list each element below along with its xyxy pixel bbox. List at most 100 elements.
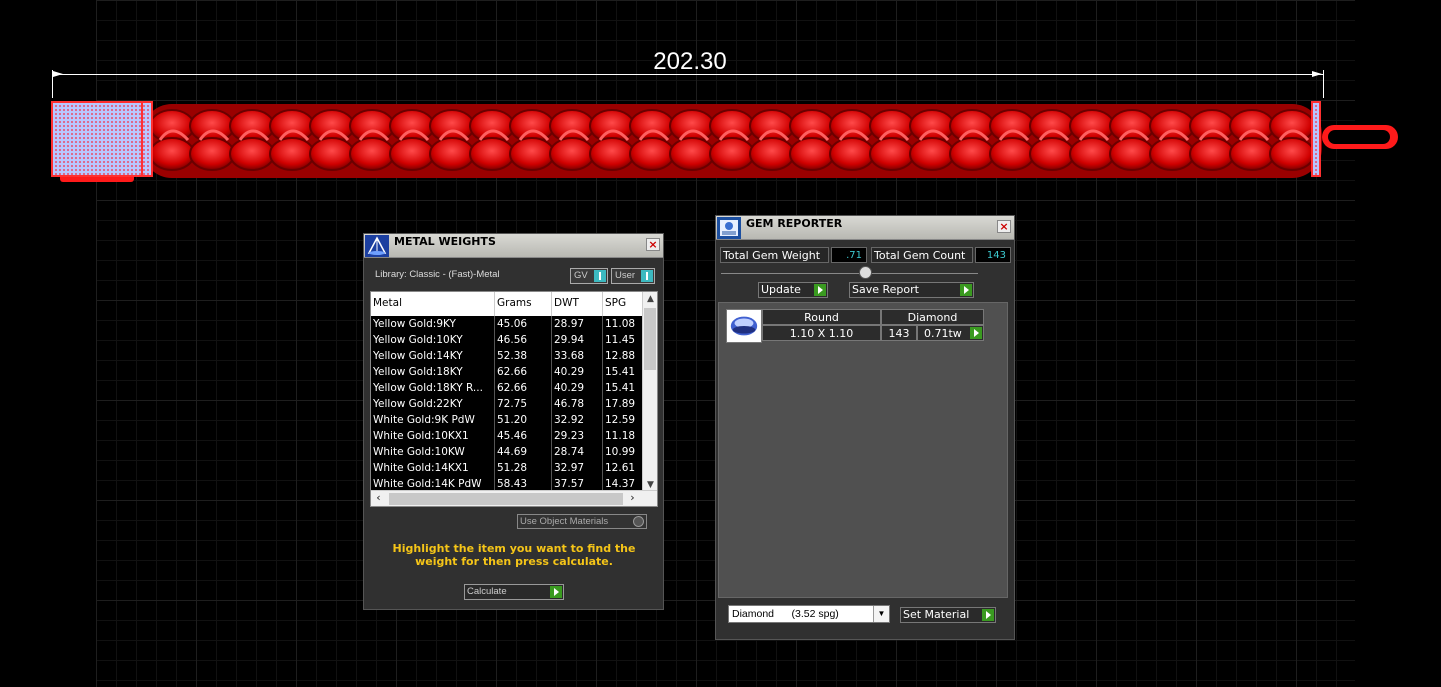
chain-link: [1109, 137, 1155, 171]
vertical-scrollbar[interactable]: ▲ ▼: [642, 292, 657, 492]
scroll-thumb[interactable]: [644, 308, 656, 370]
scroll-up-icon[interactable]: ▲: [643, 292, 657, 306]
table-row[interactable]: Yellow Gold:10KY 46.56 29.94 11.45: [371, 332, 643, 348]
table-row[interactable]: Yellow Gold:22KY 72.75 46.78 17.89: [371, 396, 643, 412]
instruction-text: Highlight the item you want to find the …: [392, 542, 636, 568]
column-header-grams[interactable]: Grams: [495, 292, 552, 316]
table-cell: 44.69: [495, 444, 552, 460]
chain-link: [1269, 137, 1315, 171]
table-cell: Yellow Gold:9KY: [371, 316, 495, 332]
gem-reporter-titlebar[interactable]: GEM REPORTER ×: [716, 216, 1014, 240]
use-object-materials-option[interactable]: Use Object Materials: [517, 514, 647, 529]
gem-weight[interactable]: 0.71tw: [917, 325, 984, 341]
column-header-metal[interactable]: Metal: [371, 292, 495, 316]
table-row[interactable]: White Gold:9K PdW 51.20 32.92 12.59: [371, 412, 643, 428]
chain-link: [469, 137, 515, 171]
toggle-icon: [594, 270, 606, 282]
table-row[interactable]: Yellow Gold:9KY 45.06 28.97 11.08: [371, 316, 643, 332]
calculate-button[interactable]: Calculate: [464, 584, 564, 600]
scale-icon: [365, 235, 389, 257]
gem-reporter-panel: GEM REPORTER × Total Gem Weight .71 Tota…: [715, 215, 1015, 640]
close-button[interactable]: ×: [646, 238, 660, 251]
save-report-label: Save Report: [852, 283, 919, 296]
chain-link: [309, 137, 355, 171]
table-row[interactable]: Yellow Gold:18KY 62.66 40.29 15.41: [371, 364, 643, 380]
gv-toggle[interactable]: GV: [570, 268, 608, 284]
radio-icon[interactable]: [633, 516, 644, 527]
total-gem-weight-value: .71: [831, 247, 867, 263]
gem-weight-value: 0.71tw: [924, 327, 962, 340]
save-report-button[interactable]: Save Report: [849, 282, 974, 298]
scroll-left-icon[interactable]: ‹: [371, 491, 386, 506]
table-cell: 52.38: [495, 348, 552, 364]
table-cell: 15.41: [603, 364, 643, 380]
table-row[interactable]: White Gold:14KX1 51.28 32.97 12.61: [371, 460, 643, 476]
chevron-down-icon[interactable]: ▼: [873, 606, 889, 622]
table-cell: White Gold:14KX1: [371, 460, 495, 476]
gem-material-select[interactable]: Diamond (3.52 spg) ▼: [728, 605, 890, 623]
column-header-dwt[interactable]: DWT: [552, 292, 603, 316]
table-cell: 51.20: [495, 412, 552, 428]
metal-table[interactable]: Metal Grams DWT SPG Yellow Gold:9KY 45.06…: [370, 291, 658, 507]
chain-link: [909, 137, 955, 171]
scroll-right-icon[interactable]: ›: [625, 491, 640, 506]
table-row[interactable]: Yellow Gold:14KY 52.38 33.68 12.88: [371, 348, 643, 364]
table-body: Yellow Gold:9KY 45.06 28.97 11.08 Yellow Gol…: [371, 316, 643, 492]
table-cell: 33.68: [552, 348, 603, 364]
table-cell: Yellow Gold:18KY: [371, 364, 495, 380]
table-row[interactable]: White Gold:10KX1 45.46 29.23 11.18: [371, 428, 643, 444]
panel-title: METAL WEIGHTS: [394, 235, 496, 248]
table-row[interactable]: Yellow Gold:18KY R... 62.66 40.29 15.41: [371, 380, 643, 396]
table-cell: 11.18: [603, 428, 643, 444]
table-cell: Yellow Gold:22KY: [371, 396, 495, 412]
dimension-value: 202.30: [653, 48, 727, 75]
bracelet-model[interactable]: [50, 96, 1405, 186]
table-cell: 12.61: [603, 460, 643, 476]
chain-link: [749, 137, 795, 171]
chain-link: [949, 137, 995, 171]
table-cell: 12.88: [603, 348, 643, 364]
dimension-arrow-right: [1312, 71, 1322, 77]
table-header: Metal Grams DWT SPG: [371, 292, 643, 316]
total-gem-weight-label: Total Gem Weight: [720, 247, 829, 263]
splitter-handle[interactable]: [859, 266, 872, 279]
chain-link: [509, 137, 555, 171]
metal-weights-titlebar[interactable]: METAL WEIGHTS ×: [364, 234, 663, 258]
gem-list[interactable]: Round Diamond 1.10 X 1.10 143 0.71tw: [718, 302, 1008, 598]
set-material-button[interactable]: Set Material: [900, 607, 996, 623]
library-label: Library: Classic - (Fast)-Metal: [375, 269, 500, 280]
table-row[interactable]: White Gold:10KW 44.69 28.74 10.99: [371, 444, 643, 460]
column-header-spg[interactable]: SPG: [603, 292, 643, 316]
table-cell: 45.06: [495, 316, 552, 332]
table-cell: 45.46: [495, 428, 552, 444]
horizontal-scrollbar[interactable]: ‹ ›: [371, 490, 657, 506]
play-icon: [982, 609, 994, 621]
table-cell: Yellow Gold:18KY R...: [371, 380, 495, 396]
scroll-thumb[interactable]: [389, 493, 623, 505]
table-cell: 28.74: [552, 444, 603, 460]
chain-link: [229, 137, 275, 171]
chain-link: [189, 137, 235, 171]
table-cell: 11.08: [603, 316, 643, 332]
play-icon: [970, 327, 982, 339]
table-cell: White Gold:10KX1: [371, 428, 495, 444]
play-icon: [550, 586, 562, 598]
set-material-label: Set Material: [903, 608, 970, 621]
chain-link: [789, 137, 835, 171]
table-cell: 29.23: [552, 428, 603, 444]
chain-link: [629, 137, 675, 171]
gem-report-icon: [717, 217, 741, 239]
chain-link: [1029, 137, 1075, 171]
play-icon: [814, 284, 826, 296]
chain-link: [869, 137, 915, 171]
round-diamond-icon: [726, 309, 762, 343]
update-button[interactable]: Update: [758, 282, 828, 298]
table-cell: White Gold:9K PdW: [371, 412, 495, 428]
gv-toggle-label: GV: [574, 270, 588, 281]
user-toggle[interactable]: User: [611, 268, 655, 284]
gem-material: Diamond: [881, 309, 984, 325]
close-button[interactable]: ×: [997, 220, 1011, 233]
table-cell: 46.56: [495, 332, 552, 348]
table-cell: 10.99: [603, 444, 643, 460]
chain-link: [149, 137, 195, 171]
